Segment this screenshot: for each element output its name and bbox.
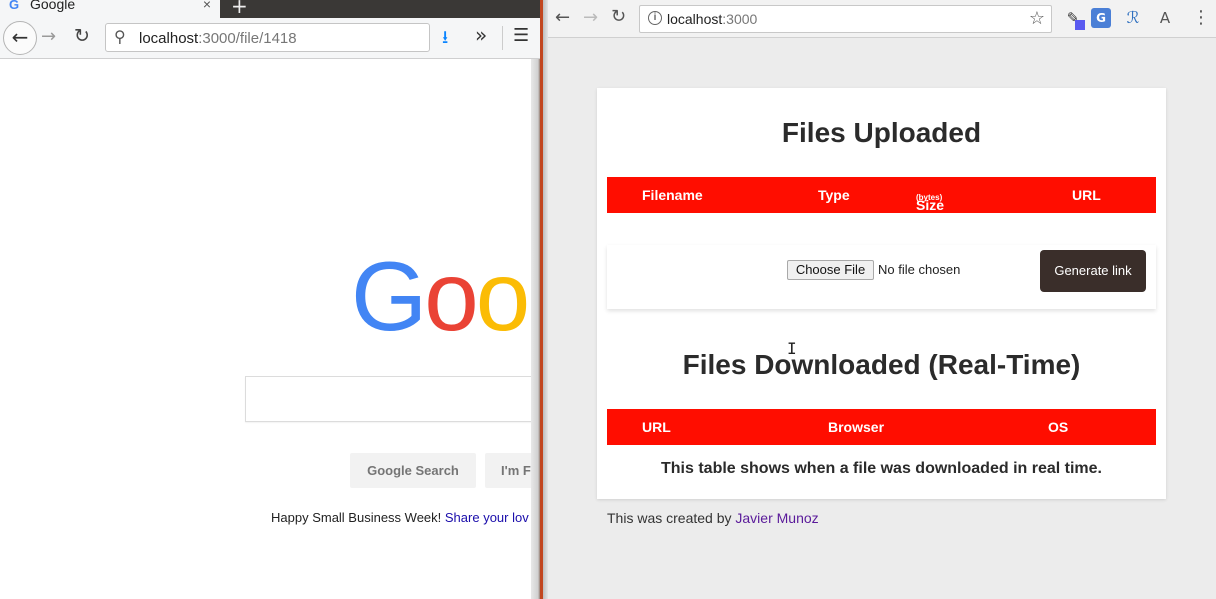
author-link[interactable]: Javier Munoz [735, 510, 818, 526]
address-text: localhost:3000/file/1418 [139, 30, 297, 47]
reload-button[interactable]: ↻ [74, 25, 90, 47]
search-icon: ⚲ [114, 27, 126, 46]
bookmark-star-icon[interactable]: ☆ [1029, 8, 1045, 29]
forward-button[interactable]: → [41, 26, 56, 47]
address-text: localhost:3000 [667, 11, 757, 27]
firefox-window: G Google × + ← → ↻ ⚲ localhost:3000/file… [0, 0, 541, 599]
new-tab-icon[interactable]: + [231, 0, 248, 18]
overflow-chevron-icon[interactable]: » [475, 23, 487, 47]
tab-strip: G Google × + [0, 0, 541, 18]
reload-button[interactable]: ↻ [611, 6, 626, 27]
logo-letter: G [351, 241, 427, 351]
uploaded-table-header: Filename Type Size (bytes) URL [607, 177, 1156, 213]
footer-text: This was created by [607, 510, 736, 526]
forward-button[interactable]: → [583, 7, 598, 28]
firefox-toolbar: ← → ↻ ⚲ localhost:3000/file/1418 ⭳ » ☰ [0, 18, 541, 59]
column-browser: Browser [828, 419, 885, 435]
promo-link[interactable]: Share your lov [445, 510, 529, 525]
logo-letter: o [424, 241, 478, 351]
angular-icon[interactable]: A [1155, 8, 1175, 28]
chrome-window: ← → ↻ i localhost:3000 ☆ ✎ G ℛ A ⋮ Files… [548, 0, 1216, 599]
google-logo: Goog [351, 246, 541, 346]
back-button[interactable]: ← [555, 7, 570, 28]
omnibox[interactable]: i localhost:3000 ☆ [639, 5, 1052, 33]
column-os: OS [1048, 419, 1069, 435]
url-port: :3000 [722, 11, 758, 27]
google-search-input[interactable] [245, 376, 541, 422]
url-host: localhost [667, 11, 723, 27]
column-filename: Filename [642, 187, 703, 203]
google-favicon-icon: G [9, 0, 20, 12]
logo-letter: o [475, 241, 530, 351]
downloaded-title: Files Downloaded (Real-Time) [682, 349, 1081, 380]
downloads-note: This table shows when a file was downloa… [661, 460, 1102, 477]
tab-title: Google [30, 0, 76, 12]
url-path: :3000/file/1418 [198, 30, 297, 47]
main-card: Files Uploaded Filename Type Size (bytes… [597, 88, 1166, 499]
translate-icon[interactable]: G [1091, 8, 1111, 28]
downloaded-table-header: URL Browser OS [607, 409, 1156, 445]
google-search-button[interactable]: Google Search [350, 453, 476, 488]
chrome-toolbar: ← → ↻ i localhost:3000 ☆ ✎ G ℛ A ⋮ [548, 0, 1216, 38]
column-url: URL [642, 419, 671, 435]
tab-google[interactable]: G Google × [0, 0, 220, 18]
choose-file-button[interactable]: Choose File [787, 260, 874, 280]
promo-message: Happy Small Business Week! Share your lo… [271, 510, 529, 525]
column-size: Size (bytes) [916, 187, 944, 213]
url-host: localhost [139, 30, 199, 47]
close-tab-icon[interactable]: × [203, 0, 211, 12]
generate-link-button[interactable]: Generate link [1040, 250, 1146, 292]
download-icon[interactable]: ⭳ [442, 25, 448, 55]
color-swatch [1075, 20, 1085, 30]
back-button[interactable]: ← [3, 21, 37, 55]
address-bar[interactable]: ⚲ localhost:3000/file/1418 [105, 23, 430, 52]
promo-text: Happy Small Business Week! [271, 510, 445, 525]
hamburger-menu-icon[interactable]: ☰ [513, 25, 529, 46]
upload-form: Choose File No file chosen Generate link [607, 245, 1156, 309]
text-cursor-icon: I [787, 339, 797, 358]
refresh-extension-icon[interactable]: ℛ [1123, 8, 1143, 28]
column-type: Type [818, 187, 850, 203]
size-label: Size [916, 197, 945, 213]
desktop-screen: G Google × + ← → ↻ ⚲ localhost:3000/file… [0, 0, 1216, 599]
site-info-icon[interactable]: i [648, 11, 662, 25]
eyedropper-icon[interactable]: ✎ [1063, 8, 1085, 30]
chrome-menu-icon[interactable]: ⋮ [1192, 7, 1210, 28]
no-file-status: No file chosen [878, 262, 961, 277]
toolbar-divider [502, 26, 503, 50]
uploaded-title: Files Uploaded [781, 117, 982, 148]
footer: This was created by Javier Munoz [607, 510, 819, 526]
column-url: URL [1072, 187, 1101, 203]
